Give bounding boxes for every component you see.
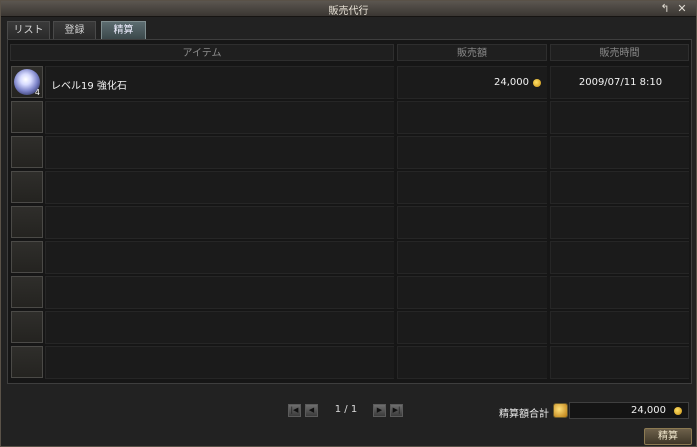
item-cell	[45, 136, 394, 169]
table-row	[10, 171, 689, 204]
tab-list[interactable]: リスト	[7, 21, 50, 39]
price-cell	[397, 171, 547, 204]
close-icon[interactable]: ✕	[675, 1, 689, 17]
item-cell	[45, 276, 394, 309]
price-cell	[397, 276, 547, 309]
last-page-button[interactable]: ▶|	[390, 404, 403, 417]
prev-page-button[interactable]: ◀	[305, 404, 318, 417]
time-cell: 2009/07/11 8:10	[550, 66, 689, 99]
price-cell	[397, 346, 547, 379]
item-slot	[11, 101, 43, 133]
total-settlement-label: 精算額合計	[499, 409, 549, 420]
item-cell	[45, 171, 394, 204]
time-cell	[550, 346, 689, 379]
item-cell	[45, 311, 394, 344]
price-cell	[397, 136, 547, 169]
price-cell	[397, 101, 547, 134]
price-value: 24,000	[494, 77, 529, 88]
item-slot	[11, 276, 43, 308]
column-header-time: 販売時間	[550, 44, 689, 61]
first-page-button[interactable]: |◀	[288, 404, 301, 417]
table-row	[10, 241, 689, 274]
time-cell	[550, 241, 689, 274]
gold-coin-icon	[674, 407, 682, 415]
table-row	[10, 311, 689, 344]
tab-register[interactable]: 登録	[53, 21, 96, 39]
next-page-button[interactable]: ▶	[373, 404, 386, 417]
table-row[interactable]: 4 レベル19 強化石 24,000 2009/07/11 8:10	[10, 66, 689, 99]
item-slot	[11, 241, 43, 273]
price-cell	[397, 311, 547, 344]
settle-button[interactable]: 精算	[644, 428, 692, 445]
total-settlement-value: 24,000	[631, 405, 666, 416]
item-slot	[11, 206, 43, 238]
time-cell	[550, 206, 689, 239]
price-cell	[397, 241, 547, 274]
time-cell	[550, 101, 689, 134]
item-cell	[45, 101, 394, 134]
table-row	[10, 206, 689, 239]
time-cell	[550, 311, 689, 344]
table-row	[10, 346, 689, 379]
column-header-price: 販売額	[397, 44, 547, 61]
page-indicator: 1 / 1	[334, 404, 358, 415]
column-header-item: アイテム	[10, 44, 394, 61]
table-row	[10, 136, 689, 169]
item-slot	[11, 171, 43, 203]
settlement-panel: アイテム 販売額 販売時間 4 レベル19 強化石 24,000 2009/07…	[7, 39, 692, 384]
table-row	[10, 101, 689, 134]
price-cell: 24,000	[397, 66, 547, 99]
time-cell	[550, 276, 689, 309]
sale-time: 2009/07/11 8:10	[578, 77, 663, 88]
time-cell	[550, 136, 689, 169]
total-settlement-field: 24,000	[569, 402, 689, 419]
item-cell	[45, 206, 394, 239]
item-name: レベル19 強化石	[51, 81, 127, 92]
restore-icon[interactable]: ↰	[658, 1, 672, 17]
item-cell: レベル19 強化石	[45, 66, 394, 99]
item-slot	[11, 311, 43, 343]
gold-coin-icon	[533, 79, 541, 87]
item-cell	[45, 241, 394, 274]
item-slot	[11, 346, 43, 378]
tab-settlement[interactable]: 精算	[101, 21, 146, 39]
price-cell	[397, 206, 547, 239]
item-slot[interactable]: 4	[11, 66, 43, 98]
title-bar[interactable]: 販売代行 ↰ ✕	[1, 1, 696, 17]
item-cell	[45, 346, 394, 379]
window-title: 販売代行	[328, 6, 369, 17]
table-header: アイテム 販売額 販売時間	[10, 44, 689, 61]
item-slot	[11, 136, 43, 168]
gold-pouch-icon	[553, 403, 568, 418]
sales-agent-window: 販売代行 ↰ ✕ リスト 登録 精算 アイテム 販売額 販売時間 4 レベル19…	[0, 0, 697, 447]
item-quantity: 4	[34, 88, 40, 97]
table-row	[10, 276, 689, 309]
time-cell	[550, 171, 689, 204]
